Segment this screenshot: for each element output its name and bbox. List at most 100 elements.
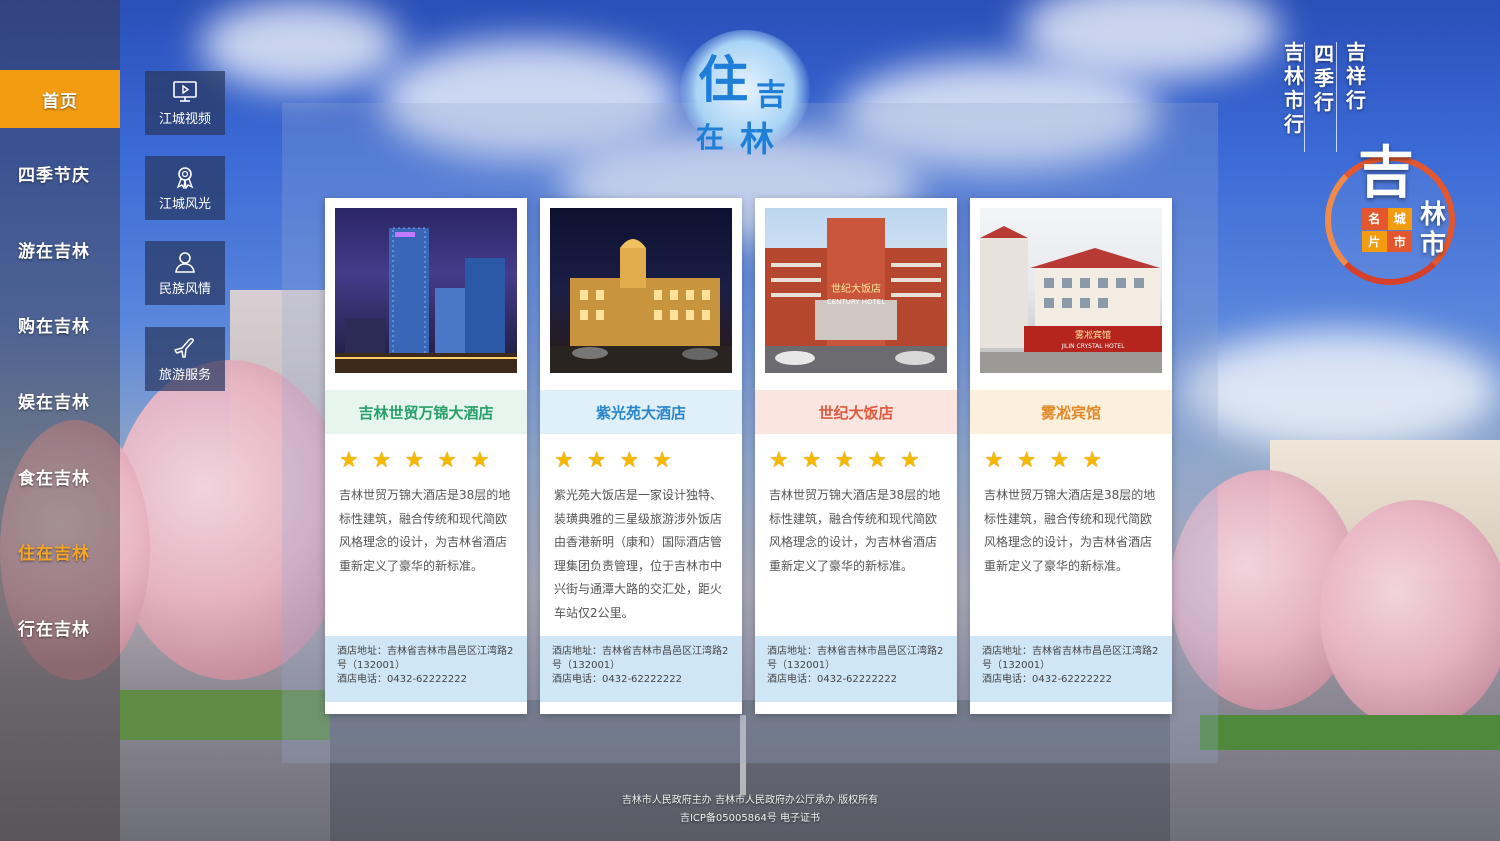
logo-char: 住 <box>698 50 748 109</box>
hotel-address: 酒店地址：吉林省吉林市昌邑区江湾路2号（132001） <box>767 646 944 671</box>
hotel-photo[interactable]: 世纪大饭店 CENTURY HOTEL <box>765 208 947 373</box>
hotel-name[interactable]: 吉林世贸万锦大酒店 <box>325 390 527 434</box>
star-rating: ★ ★ ★ ★ <box>554 450 672 472</box>
star-icon: ★ <box>984 448 1004 473</box>
hotel-name[interactable]: 世纪大饭店 <box>755 390 957 434</box>
star-icon: ★ <box>1016 448 1037 473</box>
hotel-photo-art: 雾凇宾馆 JILIN CRYSTAL HOTEL <box>980 226 1162 373</box>
hotel-photo[interactable]: 雾凇宾馆 JILIN CRYSTAL HOTEL <box>980 208 1162 373</box>
hotel-contact: 酒店地址：吉林省吉林市昌邑区江湾路2号（132001） 酒店电话：0432-62… <box>755 636 957 702</box>
star-icon: ★ <box>437 448 457 473</box>
person-icon <box>175 251 195 273</box>
grass <box>1200 715 1500 750</box>
hotel-card[interactable]: 吉林世贸万锦大酒店 ★ ★ ★ ★ ★ 吉林世贸万锦大酒店是38层的地标性建筑，… <box>325 198 527 714</box>
seal-stamp-char: 城 <box>1387 208 1412 230</box>
quick-link-label: 旅游服务 <box>158 367 211 383</box>
slogan-column: 四季行 <box>1314 42 1334 114</box>
icp-license-link[interactable]: 吉ICP备05005864号 电子证书 <box>0 809 1500 824</box>
cloud <box>200 0 400 90</box>
hotel-sign-en: CENTURY HOTEL <box>827 298 885 306</box>
hotel-contact: 酒店地址：吉林省吉林市昌邑区江湾路2号（132001） 酒店电话：0432-62… <box>325 636 527 702</box>
slogan-column: 吉祥行 <box>1346 40 1366 112</box>
logo-char: 吉 <box>756 78 786 113</box>
monitor-icon <box>173 80 197 102</box>
hotel-photo[interactable] <box>550 208 732 373</box>
cherry-tree <box>1320 500 1500 730</box>
star-icon: ★ <box>834 448 855 473</box>
seal-char: 吉 <box>1358 140 1414 206</box>
hotel-card[interactable]: 雾凇宾馆 JILIN CRYSTAL HOTEL 雾凇宾馆 ★ ★ ★ ★ 吉林… <box>970 198 1172 714</box>
airplane-icon <box>174 337 194 358</box>
seal-stamp-char: 市 <box>1387 230 1412 252</box>
hotel-sign-en: JILIN CRYSTAL HOTEL <box>1060 343 1125 350</box>
star-icon: ★ <box>652 448 672 473</box>
quick-link-label: 江城视频 <box>158 111 211 127</box>
logo-char: 林 <box>740 120 774 160</box>
nav-item-entertainment[interactable]: 娱在吉林 <box>0 363 120 439</box>
quick-link-ethnic-culture[interactable]: 民族风情 <box>145 241 225 305</box>
seal-stamp-char: 名 <box>1362 208 1387 230</box>
hotel-sign: 雾凇宾馆 <box>1075 329 1111 341</box>
hotel-description: 吉林世贸万锦大酒店是38层的地标性建筑，融合传统和现代简欧风格理念的设计，为吉林… <box>984 488 1156 573</box>
hotel-phone: 酒店电话：0432-62222222 <box>767 674 897 685</box>
section-logo: 住 吉 在 林 <box>680 20 810 160</box>
seal-stamp: 名 城 片 市 <box>1362 208 1412 252</box>
hotel-card[interactable]: 世纪大饭店 CENTURY HOTEL 世纪大饭店 ★ ★ ★ ★ ★ 吉林世贸… <box>755 198 957 714</box>
hotel-description: 紫光苑大饭店是一家设计独特、装璜典雅的三星级旅游涉外饭店由香港新明（康和）国际酒… <box>554 488 723 620</box>
star-icon: ★ <box>469 448 490 473</box>
nav-item-lodging[interactable]: 住在吉林 <box>0 514 120 590</box>
star-rating: ★ ★ ★ ★ ★ <box>339 450 490 472</box>
city-seal: 吉 名 城 片 市 林市 <box>1320 130 1480 300</box>
nav-item-shopping[interactable]: 购在吉林 <box>0 287 120 363</box>
nav-item-travel[interactable]: 游在吉林 <box>0 212 120 288</box>
nav-item-food[interactable]: 食在吉林 <box>0 438 120 514</box>
hotel-sign: 世纪大饭店 <box>831 282 881 295</box>
hotel-photo-art <box>335 227 517 373</box>
star-icon: ★ <box>899 448 920 473</box>
star-icon: ★ <box>404 448 425 473</box>
quick-link-video[interactable]: 江城视频 <box>145 71 225 135</box>
nav-item-home[interactable]: 首页 <box>0 70 120 128</box>
star-icon: ★ <box>801 448 822 473</box>
seal-stamp-char: 片 <box>1362 230 1387 252</box>
star-icon: ★ <box>1082 448 1102 473</box>
star-icon: ★ <box>619 448 640 473</box>
star-rating: ★ ★ ★ ★ <box>984 450 1102 472</box>
hotel-address: 酒店地址：吉林省吉林市昌邑区江湾路2号（132001） <box>337 646 514 671</box>
hotel-description: 吉林世贸万锦大酒店是38层的地标性建筑，融合传统和现代简欧风格理念的设计，为吉林… <box>339 488 511 573</box>
quick-link-travel-services[interactable]: 旅游服务 <box>145 327 225 391</box>
nav-item-seasons-festivals[interactable]: 四季节庆 <box>0 136 120 212</box>
quick-link-label: 江城风光 <box>158 196 211 212</box>
hotel-card[interactable]: 紫光苑大酒店 ★ ★ ★ ★ 紫光苑大饭店是一家设计独特、装璜典雅的三星级旅游涉… <box>540 198 742 714</box>
hotel-contact: 酒店地址：吉林省吉林市昌邑区江湾路2号（132001） 酒店电话：0432-62… <box>540 636 742 702</box>
hotel-phone: 酒店电话：0432-62222222 <box>982 674 1112 685</box>
hotel-name[interactable]: 紫光苑大酒店 <box>540 390 742 434</box>
ribbon-award-icon <box>176 166 194 189</box>
star-icon: ★ <box>554 448 574 473</box>
main-nav: 首页 四季节庆 游在吉林 购在吉林 娱在吉林 食在吉林 住在吉林 行在吉林 <box>0 0 120 841</box>
nav-item-transport[interactable]: 行在吉林 <box>0 590 120 666</box>
star-icon: ★ <box>371 448 392 473</box>
star-icon: ★ <box>339 448 359 473</box>
quick-link-label: 民族风情 <box>158 281 211 297</box>
slogan-column: 吉林市行 <box>1284 40 1304 136</box>
hotel-phone: 酒店电话：0432-62222222 <box>552 674 682 685</box>
copyright-text: 吉林市人民政府主办 吉林市人民政府办公厅承办 版权所有 <box>621 795 879 806</box>
hotel-phone: 酒店电话：0432-62222222 <box>337 674 467 685</box>
star-rating: ★ ★ ★ ★ ★ <box>769 450 920 472</box>
cloud <box>1180 330 1500 450</box>
star-icon: ★ <box>586 448 607 473</box>
hotel-address: 酒店地址：吉林省吉林市昌邑区江湾路2号（132001） <box>552 646 729 671</box>
hotel-address: 酒店地址：吉林省吉林市昌邑区江湾路2号（132001） <box>982 646 1159 671</box>
star-icon: ★ <box>769 448 789 473</box>
hotel-photo-art: 世纪大饭店 CENTURY HOTEL <box>765 218 947 373</box>
logo-char: 在 <box>696 121 725 154</box>
hotel-photo-art <box>550 239 732 373</box>
seal-char: 林市 <box>1420 200 1447 260</box>
hotel-photo[interactable] <box>335 208 517 373</box>
hotel-description: 吉林世贸万锦大酒店是38层的地标性建筑，融合传统和现代简欧风格理念的设计，为吉林… <box>769 488 941 573</box>
hotel-contact: 酒店地址：吉林省吉林市昌邑区江湾路2号（132001） 酒店电话：0432-62… <box>970 636 1172 702</box>
quick-link-scenery[interactable]: 江城风光 <box>145 156 225 220</box>
star-icon: ★ <box>1049 448 1070 473</box>
hotel-name[interactable]: 雾凇宾馆 <box>970 390 1172 434</box>
